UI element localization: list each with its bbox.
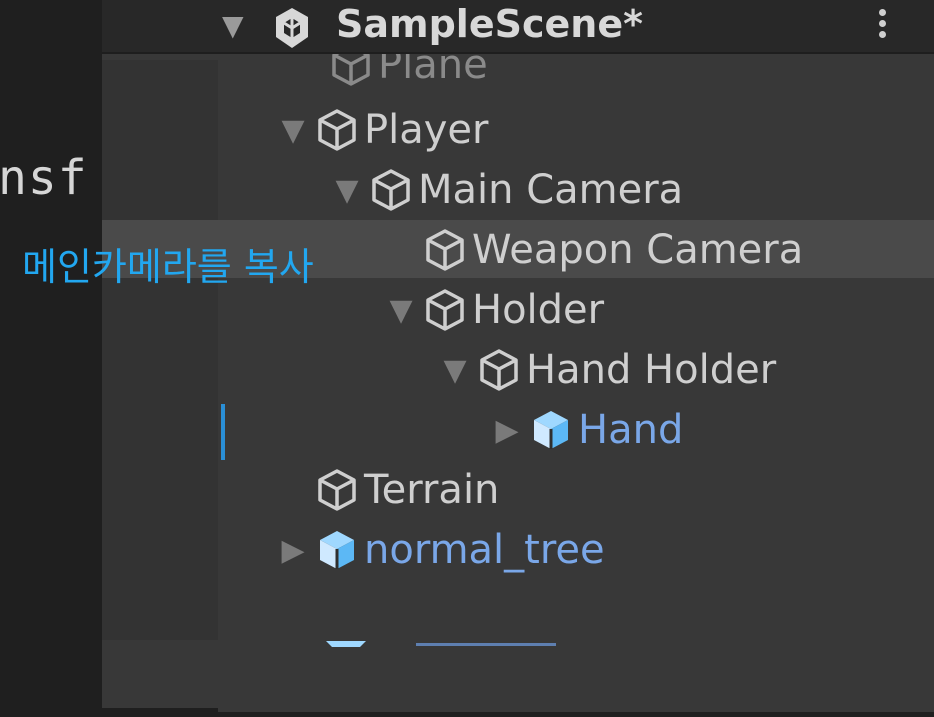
hierarchy-item-label: normal_tree bbox=[364, 527, 605, 573]
text-cursor bbox=[221, 404, 225, 460]
cube-outline-icon bbox=[472, 346, 526, 394]
hierarchy-item-hand[interactable]: ▶ Hand bbox=[490, 400, 683, 460]
hierarchy-item-label: Player bbox=[364, 107, 489, 153]
hierarchy-item-label: Hand bbox=[578, 407, 684, 453]
hierarchy-item-weapon-camera[interactable]: Weapon Camera bbox=[384, 220, 803, 280]
chevron-right-icon[interactable]: ▶ bbox=[490, 413, 524, 448]
kebab-menu-icon[interactable] bbox=[872, 6, 892, 46]
hierarchy-item-main-camera[interactable]: ▼ Main Camera bbox=[330, 160, 683, 220]
unity-scene-icon bbox=[268, 4, 316, 52]
chevron-down-icon[interactable]: ▼ bbox=[438, 353, 472, 388]
code-editor-text: nsf bbox=[0, 150, 88, 206]
cube-outline-icon bbox=[310, 466, 364, 514]
prefab-cube-icon bbox=[524, 406, 578, 454]
cube-outline-icon bbox=[418, 226, 472, 274]
screenshot-root: nsf ▼ SampleScene* Plane ▼ SampleScen bbox=[0, 0, 934, 717]
hierarchy-item-label: Weapon Camera bbox=[472, 227, 804, 273]
hierarchy-item-label: Holder bbox=[472, 287, 605, 333]
hierarchy-item-hand-holder[interactable]: ▼ Hand Holder bbox=[438, 340, 776, 400]
hierarchy-item-partial bbox=[320, 634, 560, 648]
hierarchy-bottom-strip bbox=[102, 640, 214, 708]
chevron-down-icon[interactable]: ▼ bbox=[330, 173, 364, 208]
hierarchy-item-normal-tree[interactable]: ▶ normal_tree bbox=[276, 520, 605, 580]
cube-outline-icon bbox=[310, 106, 364, 154]
scene-title[interactable]: SampleScene* bbox=[336, 2, 643, 46]
chevron-down-icon[interactable]: ▼ bbox=[276, 113, 310, 148]
chevron-down-icon[interactable]: ▼ bbox=[384, 293, 418, 328]
hierarchy-item-holder[interactable]: ▼ Holder bbox=[384, 280, 604, 340]
hierarchy-item-terrain[interactable]: Terrain bbox=[276, 460, 499, 520]
hierarchy-item-player[interactable]: ▼ Player bbox=[276, 100, 488, 160]
hierarchy-item-label: Hand Holder bbox=[526, 347, 777, 393]
hierarchy-item-label: Terrain bbox=[364, 467, 500, 513]
cube-outline-icon bbox=[418, 286, 472, 334]
prefab-cube-icon bbox=[310, 526, 364, 574]
hierarchy-gutter bbox=[102, 60, 218, 640]
cube-outline-icon bbox=[364, 166, 418, 214]
annotation-text: 메인카메라를 복사 bbox=[22, 245, 314, 289]
chevron-down-icon[interactable]: ▼ bbox=[222, 9, 244, 42]
code-editor-background bbox=[0, 0, 105, 717]
chevron-right-icon[interactable]: ▶ bbox=[276, 533, 310, 568]
hierarchy-item-label: Main Camera bbox=[418, 167, 684, 213]
